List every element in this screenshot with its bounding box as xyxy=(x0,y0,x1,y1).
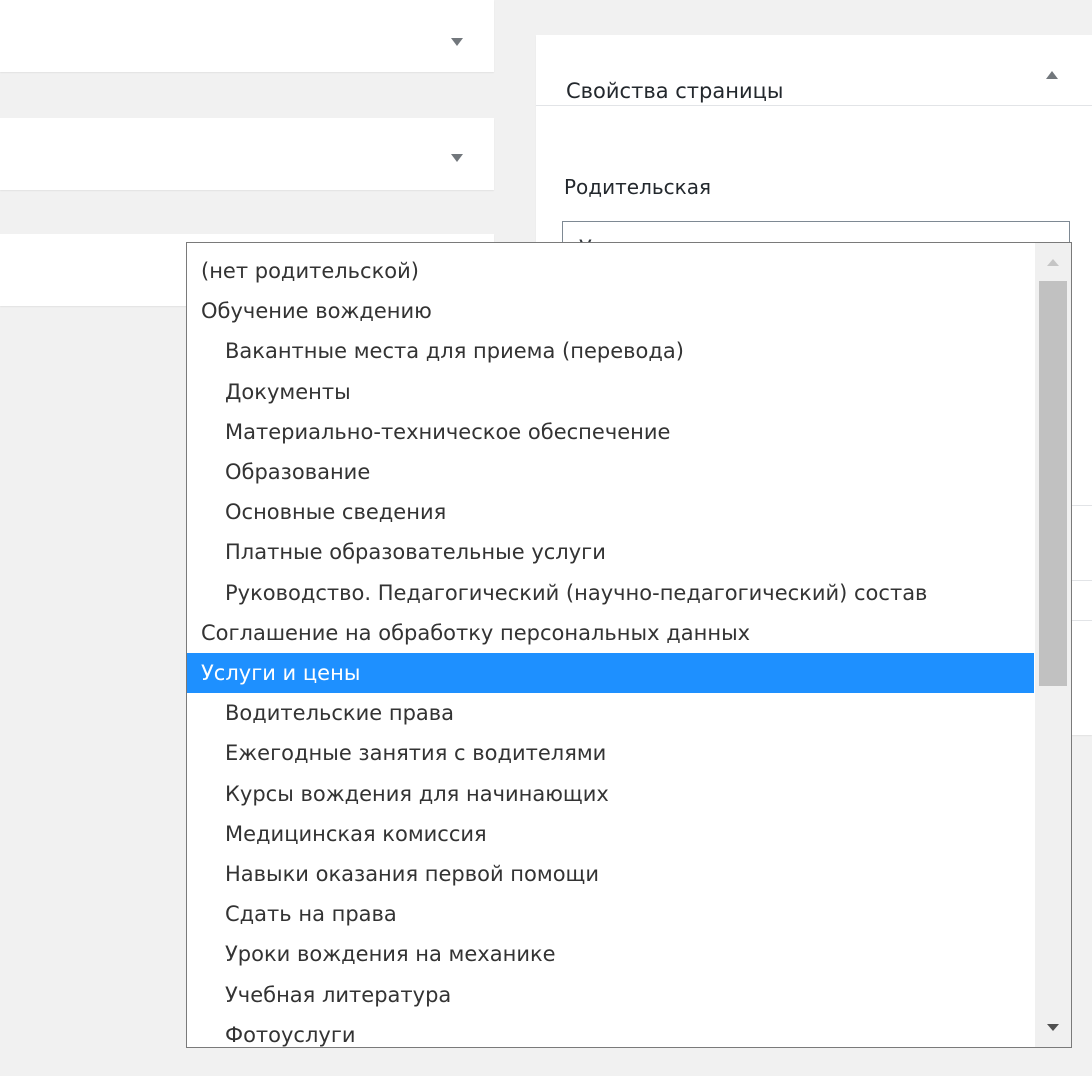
dropdown-option[interactable]: Ежегодные занятия с водителями xyxy=(187,733,1034,773)
dropdown-option[interactable]: Сдать на права xyxy=(187,894,1034,934)
dropdown-option[interactable]: Курсы вождения для начинающих xyxy=(187,774,1034,814)
scroll-thumb[interactable] xyxy=(1039,281,1067,686)
dropdown-option-selected[interactable]: Услуги и цены xyxy=(187,653,1034,693)
dropdown-option[interactable]: Основные сведения xyxy=(187,492,1034,532)
panel-divider xyxy=(536,105,1092,106)
dropdown-option[interactable]: Вакантные места для приема (перевода) xyxy=(187,331,1034,371)
dropdown-option[interactable]: Образование xyxy=(187,452,1034,492)
parent-dropdown-list[interactable]: (нет родительской) Обучение вождению Вакан… xyxy=(186,242,1072,1048)
caret-down-icon[interactable] xyxy=(451,38,463,46)
dropdown-option[interactable]: Навыки оказания первой помощи xyxy=(187,854,1034,894)
dropdown-option[interactable]: Обучение вождению xyxy=(187,291,1034,331)
dropdown-option[interactable]: Медицинская комиссия xyxy=(187,814,1034,854)
dropdown-option[interactable]: Фотоуслуги xyxy=(187,1015,1034,1047)
dropdown-option[interactable]: Документы xyxy=(187,372,1034,412)
scrollbar[interactable] xyxy=(1035,243,1071,1047)
caret-up-icon[interactable] xyxy=(1046,71,1058,79)
dropdown-option[interactable]: Платные образовательные услуги xyxy=(187,532,1034,572)
parent-label: Родительская xyxy=(564,175,712,199)
scroll-up-icon[interactable] xyxy=(1047,259,1059,266)
dropdown-option[interactable]: Учебная литература xyxy=(187,975,1034,1015)
scroll-down-icon[interactable] xyxy=(1047,1024,1059,1031)
dropdown-option[interactable]: Соглашение на обработку персональных дан… xyxy=(187,613,1034,653)
dropdown-option[interactable]: Уроки вождения на механике xyxy=(187,934,1034,974)
caret-down-icon[interactable] xyxy=(451,154,463,162)
dropdown-option[interactable]: Руководство. Педагогический (научно-педа… xyxy=(187,573,1034,613)
dropdown-option[interactable]: Водительские права xyxy=(187,693,1034,733)
metabox-collapsed-2 xyxy=(0,118,494,190)
dropdown-option[interactable]: Материально-техническое обеспечение xyxy=(187,412,1034,452)
dropdown-option[interactable]: (нет родительской) xyxy=(187,251,1034,291)
metabox-collapsed-1 xyxy=(0,0,494,72)
panel-title: Свойства страницы xyxy=(566,79,784,103)
